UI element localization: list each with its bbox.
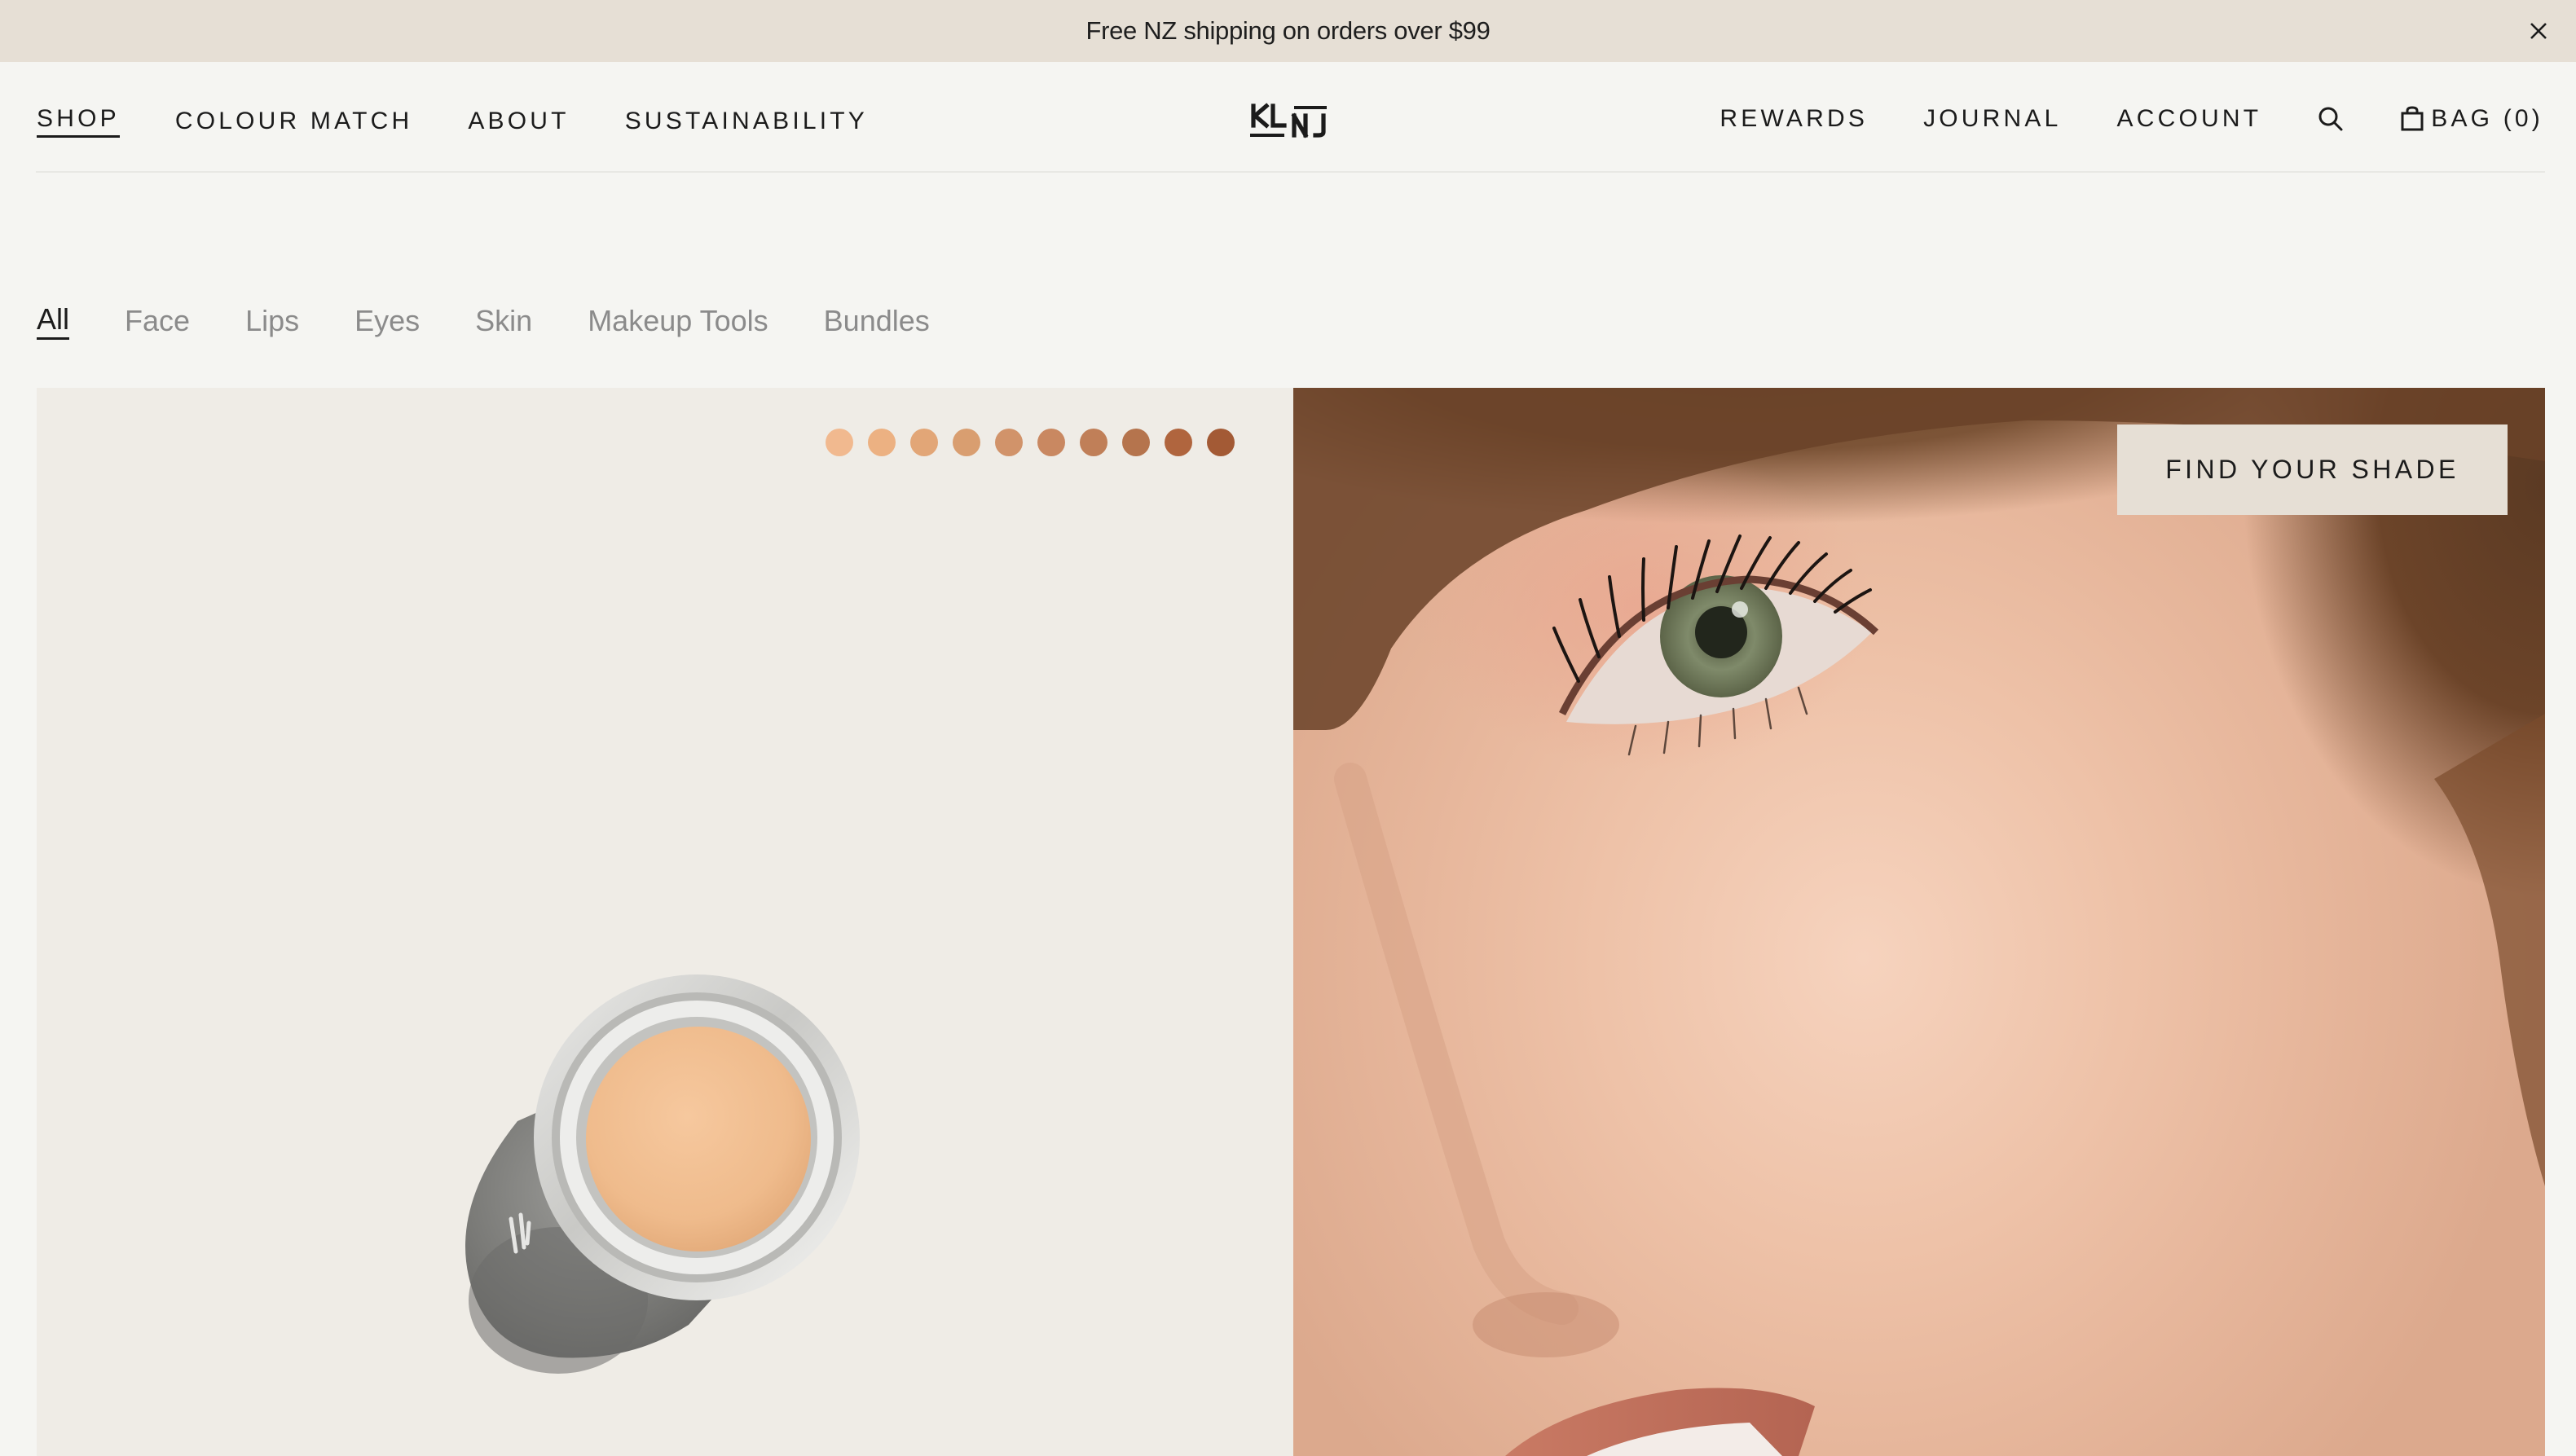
shade-swatch[interactable] <box>1037 429 1065 456</box>
category-tabs: All Face Lips Eyes Skin Makeup Tools Bun… <box>37 301 985 340</box>
shade-swatch[interactable] <box>826 429 853 456</box>
primary-nav: SHOP COLOUR MATCH ABOUT SUSTAINABILITY <box>37 104 923 138</box>
nav-colour-match[interactable]: COLOUR MATCH <box>175 107 413 136</box>
tab-makeup-tools[interactable]: Makeup Tools <box>588 303 768 339</box>
model-closeup-image: FIND YOUR SHADE <box>1293 388 2545 1456</box>
tab-eyes[interactable]: Eyes <box>354 303 420 339</box>
header-divider <box>36 171 2545 173</box>
product-card[interactable] <box>37 388 1293 1456</box>
bag-label: BAG (0) <box>2431 105 2543 132</box>
nav-about[interactable]: ABOUT <box>468 107 569 136</box>
site-header: SHOP COLOUR MATCH ABOUT SUSTAINABILITY R… <box>0 62 2576 173</box>
nav-rewards[interactable]: REWARDS <box>1720 104 1868 134</box>
find-your-shade-button[interactable]: FIND YOUR SHADE <box>2117 424 2508 515</box>
shade-swatch[interactable] <box>1122 429 1150 456</box>
nav-account[interactable]: ACCOUNT <box>2117 104 2262 134</box>
shade-swatch[interactable] <box>910 429 938 456</box>
announcement-text: Free NZ shipping on orders over $99 <box>1085 16 1491 45</box>
tab-skin[interactable]: Skin <box>475 303 532 339</box>
announcement-bar: Free NZ shipping on orders over $99 <box>0 0 2576 62</box>
shade-swatch[interactable] <box>868 429 896 456</box>
nav-sustainability[interactable]: SUSTAINABILITY <box>625 107 868 136</box>
shade-swatch[interactable] <box>1080 429 1107 456</box>
shade-swatch[interactable] <box>953 429 980 456</box>
search-icon[interactable] <box>2317 105 2345 133</box>
shade-swatch[interactable] <box>1207 429 1235 456</box>
secondary-nav: REWARDS JOURNAL ACCOUNT BAG (0) <box>1664 104 2543 134</box>
nav-shop[interactable]: SHOP <box>37 104 120 138</box>
tab-lips[interactable]: Lips <box>245 303 299 339</box>
close-icon[interactable] <box>2522 15 2555 47</box>
tab-bundles[interactable]: Bundles <box>824 303 930 339</box>
klnj-logo[interactable] <box>1248 103 1330 139</box>
concealer-pot-image <box>465 974 860 1374</box>
shade-swatch[interactable] <box>1165 429 1192 456</box>
shade-swatch[interactable] <box>995 429 1023 456</box>
shade-swatches <box>811 429 1235 456</box>
nav-journal[interactable]: JOURNAL <box>1923 104 2061 134</box>
bag-button[interactable]: BAG (0) <box>2400 105 2543 133</box>
face-illustration <box>1293 388 2545 1456</box>
tab-all[interactable]: All <box>37 301 70 340</box>
shopping-bag-icon <box>2401 106 2424 131</box>
tab-face[interactable]: Face <box>125 303 190 339</box>
